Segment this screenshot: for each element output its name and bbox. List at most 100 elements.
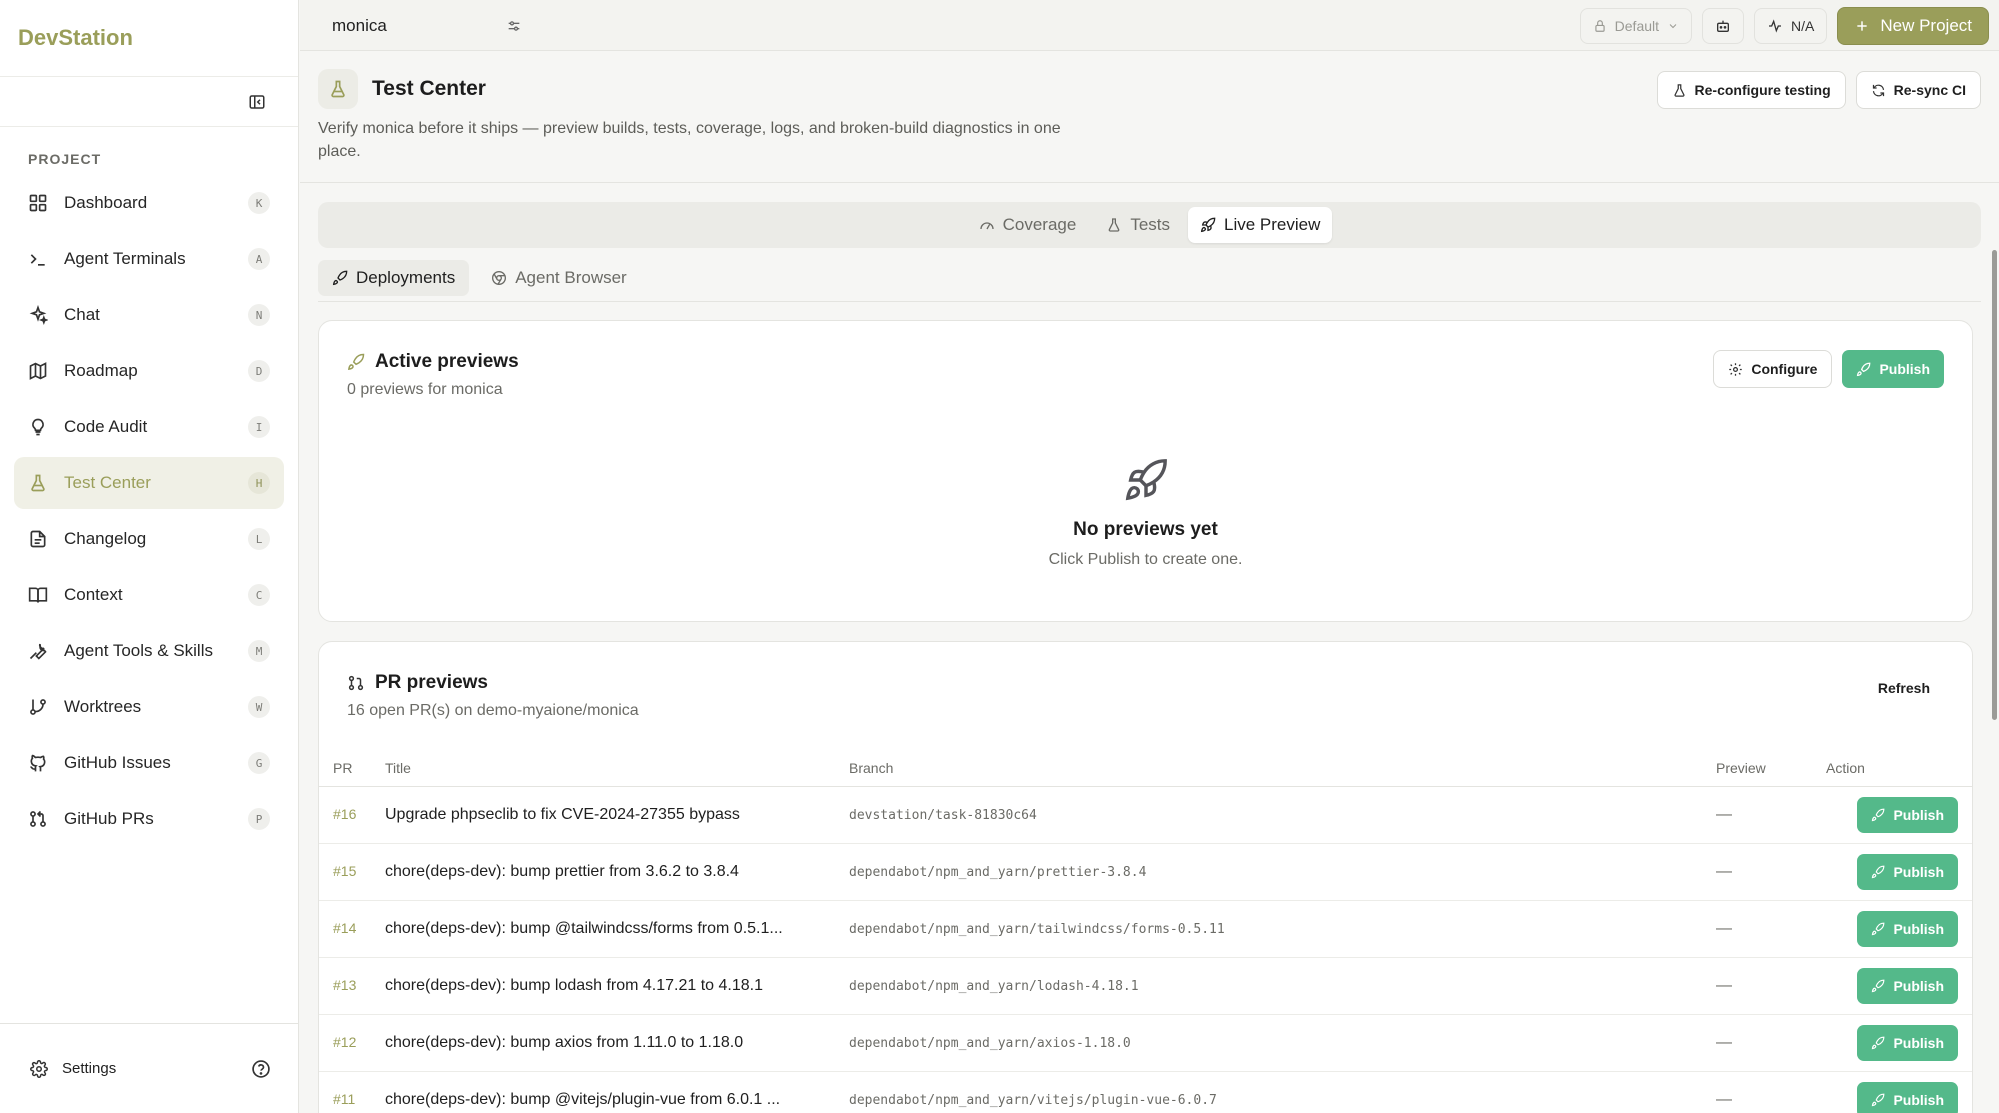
pr-branch: dependabot/npm_and_yarn/tailwindcss/form…: [849, 921, 1225, 937]
bot-button[interactable]: [1702, 8, 1745, 44]
shortcut-badge: P: [248, 808, 270, 830]
sidebar-item-changelog[interactable]: Changelog L: [14, 513, 284, 565]
sidebar-collapse-icon[interactable]: [248, 93, 266, 111]
rocket-icon: [1871, 1036, 1885, 1050]
sidebar-footer: Settings: [0, 1023, 299, 1113]
active-previews-subtitle: 0 previews for monica: [347, 381, 503, 398]
sidebar-item-label: GitHub PRs: [64, 809, 154, 828]
sidebar-item-code-audit[interactable]: Code Audit I: [14, 401, 284, 453]
help-icon[interactable]: [251, 1059, 271, 1079]
pr-title: chore(deps-dev): bump prettier from 3.6.…: [385, 862, 739, 880]
shortcut-badge: I: [248, 416, 270, 438]
table-row: #16 Upgrade phpseclib to fix CVE-2024-27…: [319, 786, 1972, 844]
sidebar-item-label: Context: [64, 585, 123, 604]
sidebar-item-label: Chat: [64, 305, 100, 324]
pr-preview-status: —: [1716, 1033, 1732, 1051]
publish-label: Publish: [1893, 920, 1944, 937]
column-header-pr: PR: [319, 750, 385, 787]
publish-button[interactable]: Publish: [1857, 796, 1958, 833]
sidebar-item-label: Agent Tools & Skills: [64, 641, 213, 660]
column-header-action: Action: [1826, 750, 1972, 787]
publish-button[interactable]: Publish: [1857, 853, 1958, 890]
page-title: Test Center: [372, 77, 486, 100]
activity-icon: [1767, 18, 1783, 34]
rocket-icon: [319, 457, 1972, 503]
refresh-button[interactable]: Refresh: [1878, 680, 1930, 696]
sidebar-item-agent-tools[interactable]: Agent Tools & Skills M: [14, 625, 284, 677]
sidebar-item-test-center[interactable]: Test Center H: [14, 457, 284, 509]
rocket-icon: [1871, 808, 1885, 822]
pr-branch: dependabot/npm_and_yarn/vitejs/plugin-vu…: [849, 1092, 1217, 1108]
grid-icon: [28, 193, 48, 213]
sidebar-item-dashboard[interactable]: Dashboard K: [14, 177, 284, 229]
settings-button[interactable]: Settings: [30, 1059, 251, 1078]
pr-number[interactable]: #14: [333, 920, 356, 936]
publish-label: Publish: [1893, 1091, 1944, 1108]
publish-button[interactable]: Publish: [1857, 910, 1958, 947]
sidebar-item-agent-terminals[interactable]: Agent Terminals A: [14, 233, 284, 285]
profile-selector[interactable]: Default: [1579, 8, 1693, 44]
subtab-deployments[interactable]: Deployments: [318, 260, 470, 296]
publish-label: Publish: [1893, 977, 1944, 994]
publish-button[interactable]: Publish: [1857, 1024, 1958, 1061]
main-scrollbar[interactable]: [1992, 250, 1997, 720]
empty-state-title: No previews yet: [1073, 519, 1218, 540]
new-project-button[interactable]: New Project: [1837, 7, 1989, 45]
git-branch-icon: [28, 697, 48, 717]
table-row: #15 chore(deps-dev): bump prettier from …: [319, 843, 1972, 901]
tab-coverage[interactable]: Coverage: [967, 207, 1089, 243]
configure-button[interactable]: Configure: [1713, 350, 1833, 388]
lightbulb-icon: [28, 417, 48, 437]
project-tab[interactable]: monica: [300, 0, 536, 51]
rocket-icon: [1856, 362, 1871, 377]
configure-label: Configure: [1751, 361, 1818, 377]
rocket-icon: [1200, 217, 1216, 233]
main-tabs: Coverage Tests Live Preview: [318, 202, 1981, 248]
pr-number[interactable]: #11: [333, 1091, 355, 1107]
publish-label: Publish: [1893, 806, 1944, 823]
table-row: #11 chore(deps-dev): bump @vitejs/plugin…: [319, 1071, 1972, 1113]
sidebar-item-label: Dashboard: [64, 193, 148, 212]
sliders-icon[interactable]: [506, 18, 522, 34]
rocket-icon: [1871, 979, 1885, 993]
subtab-agent-browser-label: Agent Browser: [515, 268, 627, 287]
sidebar-item-chat[interactable]: Chat N: [14, 289, 284, 341]
pr-number[interactable]: #15: [333, 863, 356, 879]
resync-ci-button[interactable]: Re-sync CI: [1855, 71, 1981, 109]
sidebar-item-github-prs[interactable]: GitHub PRs P: [14, 793, 284, 845]
subtab-deployments-label: Deployments: [356, 268, 456, 287]
sidebar-item-roadmap[interactable]: Roadmap D: [14, 345, 284, 397]
active-previews-title: Active previews: [375, 351, 519, 372]
sidebar-item-context[interactable]: Context C: [14, 569, 284, 621]
shortcut-badge: C: [248, 584, 270, 606]
reconfigure-testing-button[interactable]: Re-configure testing: [1656, 71, 1846, 109]
status-indicator[interactable]: N/A: [1754, 8, 1828, 44]
tab-tests[interactable]: Tests: [1094, 207, 1182, 243]
pr-number[interactable]: #12: [333, 1034, 356, 1050]
refresh-icon: [1871, 83, 1886, 98]
publish-button[interactable]: Publish: [1857, 1081, 1958, 1113]
brand-logo[interactable]: DevStation: [0, 0, 298, 77]
file-text-icon: [28, 529, 48, 549]
pr-number[interactable]: #13: [333, 977, 356, 993]
publish-button[interactable]: Publish: [1842, 350, 1944, 388]
sidebar-item-worktrees[interactable]: Worktrees W: [14, 681, 284, 733]
flask-icon: [318, 69, 358, 109]
publish-button[interactable]: Publish: [1857, 967, 1958, 1004]
pr-preview-status: —: [1716, 1090, 1732, 1108]
subtab-agent-browser[interactable]: Agent Browser: [477, 260, 641, 296]
preview-subtabs: Deployments Agent Browser: [318, 260, 1981, 302]
shortcut-badge: G: [248, 752, 270, 774]
pr-number[interactable]: #16: [333, 806, 356, 822]
tab-live-preview-label: Live Preview: [1224, 215, 1321, 234]
shortcut-badge: A: [248, 248, 270, 270]
pr-title: Upgrade phpseclib to fix CVE-2024-27355 …: [385, 805, 740, 823]
pr-previews-subtitle: 16 open PR(s) on demo-myaione/monica: [347, 702, 639, 719]
tab-live-preview[interactable]: Live Preview: [1188, 207, 1333, 243]
empty-state-subtitle: Click Publish to create one.: [1048, 551, 1243, 568]
sidebar-item-label: Worktrees: [64, 697, 142, 716]
pr-branch: dependabot/npm_and_yarn/axios-1.18.0: [849, 1035, 1131, 1051]
settings-label: Settings: [62, 1060, 117, 1077]
sidebar-item-github-issues[interactable]: GitHub Issues G: [14, 737, 284, 789]
pr-previews-card: PR previews 16 open PR(s) on demo-myaion…: [318, 641, 1973, 1113]
